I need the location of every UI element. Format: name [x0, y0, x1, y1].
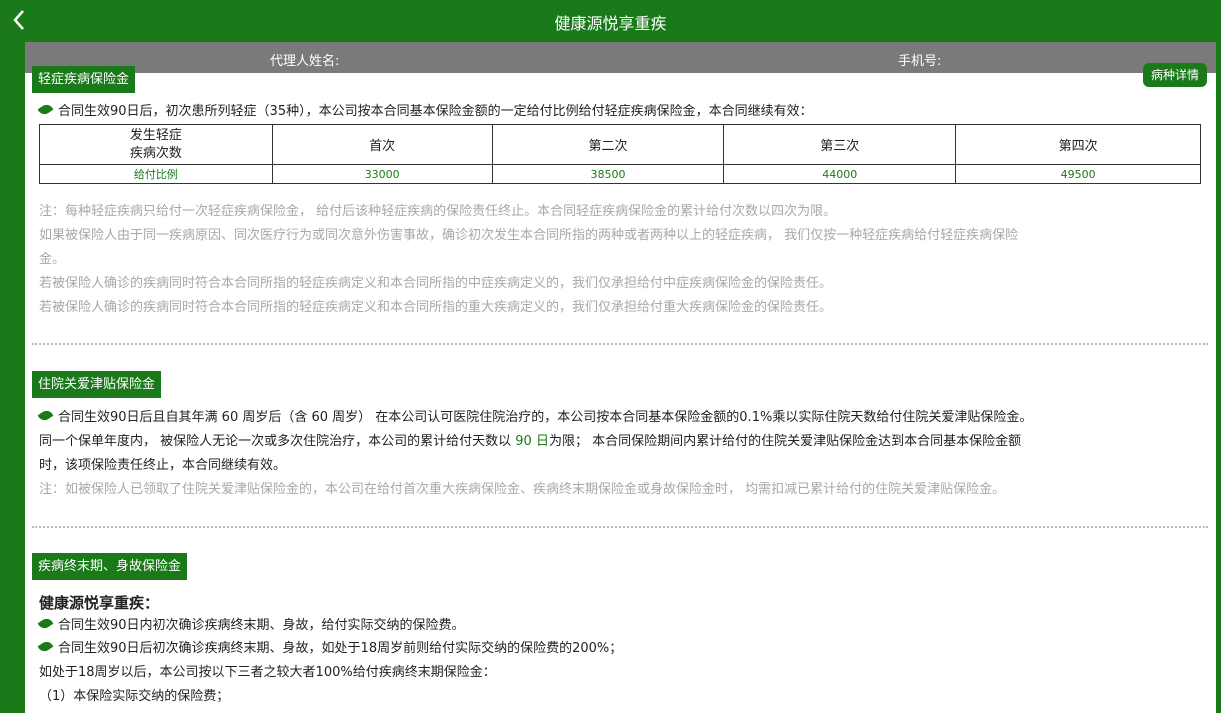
section-tag-hospital-allowance: 住院关爱津贴保险金: [32, 371, 162, 398]
payout-ratio-table: 发生轻症 疾病次数 首次 第二次 第三次 第四次 给付比例 33000 3850…: [39, 124, 1201, 184]
title-bar: 健康源悦享重疾: [0, 0, 1221, 42]
terminal-benefit-line: 如处于18周岁以后，本公司按以下三者之较大者100%给付疾病终末期保险金：: [39, 665, 496, 680]
content-sheet: 代理人姓名: 手机号: 病种详情 轻症疾病保险金 合同生效90日后，初次患所列轻…: [25, 42, 1216, 713]
section-divider: [32, 526, 1208, 528]
table-header-first: 首次: [271, 124, 493, 165]
table-row: 给付比例 33000 38500 44000 49500: [39, 164, 1201, 184]
note-line: 若被保险人确诊的疾病同时符合本合同所指的轻症疾病定义和本合同所指的中症疾病定义的…: [39, 276, 833, 291]
phone-label: 手机号:: [898, 54, 942, 69]
list-item: 合同生效90日后初次确诊疾病终末期、身故，如处于18周岁前则给付实际交纳的保险费…: [37, 639, 622, 659]
days-limit: 90 日: [515, 434, 549, 449]
table-header-second: 第二次: [491, 124, 725, 165]
agent-name-label: 代理人姓名:: [270, 54, 340, 69]
table-row-label: 给付比例: [39, 164, 273, 184]
hospital-allowance-line-2: 同一个保单年度内， 被保险人无论一次或多次住院治疗，本公司的累计给付天数以 90…: [39, 434, 1022, 449]
note-line: 金。: [39, 252, 66, 267]
note-line: 若被保险人确诊的疾病同时符合本合同所指的轻症疾病定义和本合同所指的重大疾病定义的…: [39, 300, 833, 315]
section-tag-terminal-death: 疾病终末期、身故保险金: [32, 553, 188, 580]
agent-info-bar: 代理人姓名: 手机号:: [25, 42, 1216, 73]
terminal-benefit-sub: （1）本保险实际交纳的保险费；: [39, 689, 230, 704]
table-header-row: 发生轻症 疾病次数 首次 第二次 第三次 第四次: [39, 124, 1201, 165]
product-heading: 健康源悦享重疾：: [39, 594, 160, 612]
section-tag-mild-illness: 轻症疾病保险金: [32, 66, 136, 93]
table-cell: 33000: [271, 164, 493, 184]
note-line: 注：如被保险人已领取了住院关爱津贴保险金的，本公司在给付首次重大疾病保险金、疾病…: [39, 482, 1006, 497]
table-cell: 38500: [491, 164, 725, 184]
mild-illness-intro: 合同生效90日后，初次患所列轻症（35种），本公司按本合同基本保险金额的一定给付…: [37, 102, 813, 122]
section-divider: [32, 343, 1208, 345]
leaf-bullet-icon: [37, 616, 54, 631]
page-title: 健康源悦享重疾: [554, 14, 667, 33]
note-line: 注：每种轻症疾病只给付一次轻症疾病保险金， 给付后该种轻症疾病的保险责任终止。本…: [39, 204, 837, 219]
hospital-allowance-line-3: 时，该项保险责任终止，本合同继续有效。: [39, 458, 287, 473]
leaf-bullet-icon: [37, 408, 54, 423]
hospital-allowance-line-1: 合同生效90日后且自其年满 60 周岁后（含 60 周岁） 在本公司认可医院住院…: [37, 408, 1032, 428]
table-header-fourth: 第四次: [955, 124, 1201, 165]
leaf-bullet-icon: [37, 639, 54, 654]
leaf-bullet-icon: [37, 102, 54, 117]
disease-detail-button[interactable]: 病种详情: [1143, 63, 1207, 87]
table-cell: 44000: [723, 164, 957, 184]
note-line: 如果被保险人由于同一疾病原因、同次医疗行为或同次意外伤害事故，确诊初次发生本合同…: [39, 228, 1019, 243]
list-item: 合同生效90日内初次确诊疾病终末期、身故，给付实际交纳的保险费。: [37, 616, 465, 636]
table-header-third: 第三次: [723, 124, 957, 165]
table-header-count: 发生轻症 疾病次数: [39, 124, 273, 165]
table-cell: 49500: [955, 164, 1201, 184]
